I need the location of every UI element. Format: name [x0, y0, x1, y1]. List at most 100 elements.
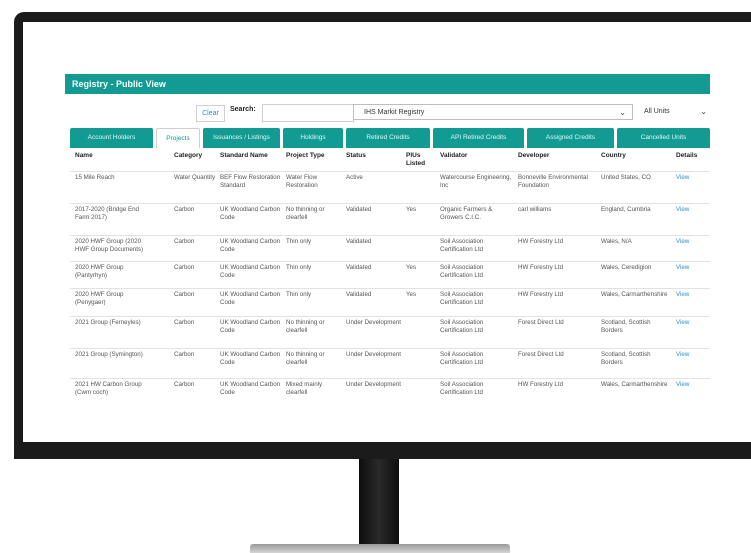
column-header-pius-listed[interactable]: PIUs Listed [406, 152, 432, 168]
table-cell-country: Wales, Ceredigion [601, 264, 652, 271]
table-cell-category: Carbon [174, 381, 195, 388]
table-cell-name: 2017-2020 (Bridge End Farm 2017) [75, 206, 139, 221]
table-cell-standard: UK Woodland Carbon Code [220, 206, 281, 221]
table-cell-country: Wales, N/A [601, 238, 632, 245]
table-cell-name: 2021 HW Carbon Group (Cwm coch) [75, 381, 142, 396]
column-header-country[interactable]: Country [601, 152, 667, 160]
table-cell-pius: Yes [406, 291, 417, 298]
tab-issuances-listings[interactable]: Issuances / Listings [203, 128, 280, 148]
search-input[interactable] [262, 104, 354, 122]
tab-retired-credits[interactable]: Retired Credits [346, 128, 430, 148]
tab-account-holders[interactable]: Account Holders [70, 128, 153, 148]
table-row [70, 316, 710, 318]
column-header-category[interactable]: Category [174, 152, 216, 160]
view-link[interactable]: View [676, 381, 706, 389]
table-cell-type: No thinning or clearfell [286, 206, 325, 221]
table-cell-status: Under Development [346, 381, 402, 388]
table-cell-category: Water Quantity [174, 174, 216, 181]
column-header-details[interactable]: Details [676, 152, 706, 160]
table-cell-developer: HW Forestry Ltd [518, 264, 564, 271]
registry-panel: Registry - Public View Clear Search: IHS… [65, 74, 710, 432]
monitor-screen: Registry - Public View Clear Search: IHS… [23, 22, 751, 442]
table-row [70, 288, 710, 290]
monitor-stand-neck [359, 459, 399, 545]
table-cell-type: Thin only [286, 238, 312, 245]
table-cell-developer: HW Forestry Ltd [518, 291, 564, 298]
table-cell-validator: Soil Association Certification Ltd [440, 381, 484, 396]
table-cell-standard: UK Woodland Carbon Code [220, 319, 281, 334]
table-cell-standard: BEF Flow Restoration Standard [220, 174, 281, 189]
table-cell-type: Thin only [286, 291, 312, 298]
table-cell-status: Validated [346, 291, 372, 298]
units-select[interactable]: All Units ⌄ [638, 104, 710, 120]
monitor-bezel: Registry - Public View Clear Search: IHS… [14, 12, 751, 459]
table-cell-pius: Yes [406, 264, 417, 271]
table-cell-developer: Forest Direct Ltd [518, 351, 564, 358]
table-cell-status: Validated [346, 264, 372, 271]
table-cell-type: Mixed mainly clearfell [286, 381, 323, 396]
column-header-standard-name[interactable]: Standard Name [220, 152, 282, 160]
clear-button[interactable]: Clear [196, 105, 225, 122]
tab-cancelled-units[interactable]: Cancelled Units [617, 128, 710, 148]
table-cell-validator: Soil Association Certification Ltd [440, 351, 484, 366]
table-cell-name: 2021 Group (Ferneyles) [75, 319, 141, 326]
table-cell-category: Carbon [174, 238, 195, 245]
tab-api-retired-credits[interactable]: API Retired Credits [433, 128, 524, 148]
table-cell-validator: Watercourse Engineering, Inc [440, 174, 512, 189]
table-cell-category: Carbon [174, 206, 195, 213]
table-cell-type: Water Flow Restoration [286, 174, 318, 189]
table-cell-status: Under Development [346, 319, 402, 326]
table-cell-country: Scotland, Scottish Borders [601, 319, 651, 334]
registry-select-value: IHS Markit Registry [364, 109, 425, 116]
table-row [70, 348, 710, 350]
table-cell-standard: UK Woodland Carbon Code [220, 291, 281, 306]
table-cell-category: Carbon [174, 291, 195, 298]
units-select-value: All Units [644, 108, 670, 115]
monitor-stand-base [250, 544, 510, 553]
search-label: Search: [230, 106, 256, 113]
table-cell-developer: Bonneville Environmental Foundation [518, 174, 588, 189]
table-cell-type: No thinning or clearfell [286, 351, 325, 366]
table-cell-category: Carbon [174, 264, 195, 271]
chevron-down-icon: ⌄ [619, 108, 626, 117]
table-cell-status: Validated [346, 238, 372, 245]
table-cell-category: Carbon [174, 351, 195, 358]
tab-holdings[interactable]: Holdings [283, 128, 343, 148]
column-header-validator[interactable]: Validator [440, 152, 510, 160]
view-link[interactable]: View [676, 291, 706, 299]
table-cell-developer: HW Forestry Ltd [518, 238, 564, 245]
view-link[interactable]: View [676, 174, 706, 182]
table-cell-category: Carbon [174, 319, 195, 326]
column-header-status[interactable]: Status [346, 152, 394, 160]
table-row [70, 203, 710, 205]
table-cell-country: England, Cumbria [601, 206, 651, 213]
table-cell-status: Under Development [346, 351, 402, 358]
table-cell-country: Wales, Carmarthenshire [601, 381, 668, 388]
column-header-developer[interactable]: Developer [518, 152, 588, 160]
table-cell-developer: carl williams [518, 206, 552, 213]
table-cell-status: Active [346, 174, 363, 181]
tab-projects[interactable]: Projects [156, 128, 200, 148]
table-cell-country: Scotland, Scottish Borders [601, 351, 651, 366]
view-link[interactable]: View [676, 351, 706, 359]
table-cell-status: Validated [346, 206, 372, 213]
table-cell-validator: Soil Association Certification Ltd [440, 238, 484, 253]
view-link[interactable]: View [676, 238, 706, 246]
chevron-down-icon: ⌄ [700, 107, 707, 116]
view-link[interactable]: View [676, 319, 706, 327]
tab-assigned-credits[interactable]: Assigned Credits [527, 128, 614, 148]
column-header-name[interactable]: Name [75, 152, 155, 160]
table-cell-developer: HW Forestry Ltd [518, 381, 564, 388]
table-cell-type: No thinning or clearfell [286, 319, 325, 334]
table-cell-validator: Organic Farmers & Growers C.I.C. [440, 206, 493, 221]
view-link[interactable]: View [676, 206, 706, 214]
view-link[interactable]: View [676, 264, 706, 272]
table-cell-developer: Forest Direct Ltd [518, 319, 564, 326]
table-cell-country: United States, CO [601, 174, 651, 181]
column-header-project-type[interactable]: Project Type [286, 152, 338, 160]
table-cell-standard: UK Woodland Carbon Code [220, 381, 281, 396]
table-cell-validator: Soil Association Certification Ltd [440, 319, 484, 334]
table-cell-name: 2020 HWF Group (Penygaer) [75, 291, 124, 306]
table-row [70, 261, 710, 263]
registry-select[interactable]: IHS Markit Registry ⌄ [353, 104, 633, 120]
